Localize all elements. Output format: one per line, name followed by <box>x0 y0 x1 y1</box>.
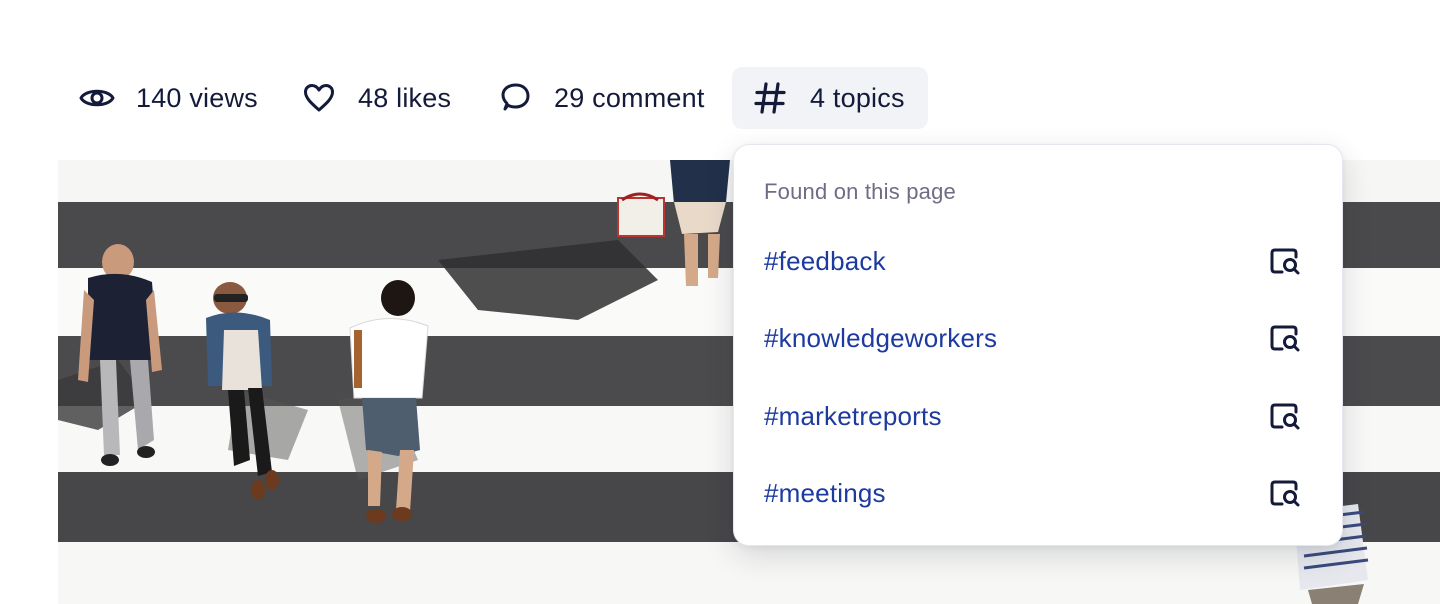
comment-icon[interactable] <box>498 82 532 114</box>
topics-toggle-button[interactable]: 4 topics <box>732 67 928 129</box>
likes-count: 48 likes <box>358 82 452 113</box>
eye-icon <box>78 85 116 111</box>
views-stat: 140 views <box>78 67 302 129</box>
topic-item-marketreports[interactable]: #marketreports <box>764 386 1314 446</box>
topic-link[interactable]: #feedback <box>764 246 886 277</box>
find-on-page-icon[interactable] <box>1268 321 1302 355</box>
likes-stat[interactable]: 48 likes <box>302 67 498 129</box>
page: 140 views 48 likes 29 comment 4 topics F… <box>0 0 1440 604</box>
find-on-page-icon[interactable] <box>1268 399 1302 433</box>
heart-icon[interactable] <box>302 83 336 113</box>
dropdown-heading: Found on this page <box>764 179 956 204</box>
views-count: 140 views <box>136 82 258 113</box>
find-on-page-icon[interactable] <box>1268 244 1302 278</box>
topics-count: 4 topics <box>810 82 905 113</box>
topics-dropdown: Found on this page #feedback #knowledgew… <box>733 144 1343 546</box>
topic-item-meetings[interactable]: #meetings <box>764 463 1314 523</box>
find-on-page-icon[interactable] <box>1268 476 1302 510</box>
topic-item-knowledgeworkers[interactable]: #knowledgeworkers <box>764 308 1314 368</box>
comments-count: 29 comment <box>554 82 705 113</box>
topic-item-feedback[interactable]: #feedback <box>764 231 1314 291</box>
post-stats-bar: 140 views 48 likes 29 comment 4 topics <box>78 67 928 129</box>
topic-link[interactable]: #knowledgeworkers <box>764 323 997 354</box>
topic-link[interactable]: #marketreports <box>764 401 942 432</box>
comments-stat[interactable]: 29 comment <box>498 67 732 129</box>
topic-link[interactable]: #meetings <box>764 478 886 509</box>
hashtag-icon <box>752 81 788 115</box>
